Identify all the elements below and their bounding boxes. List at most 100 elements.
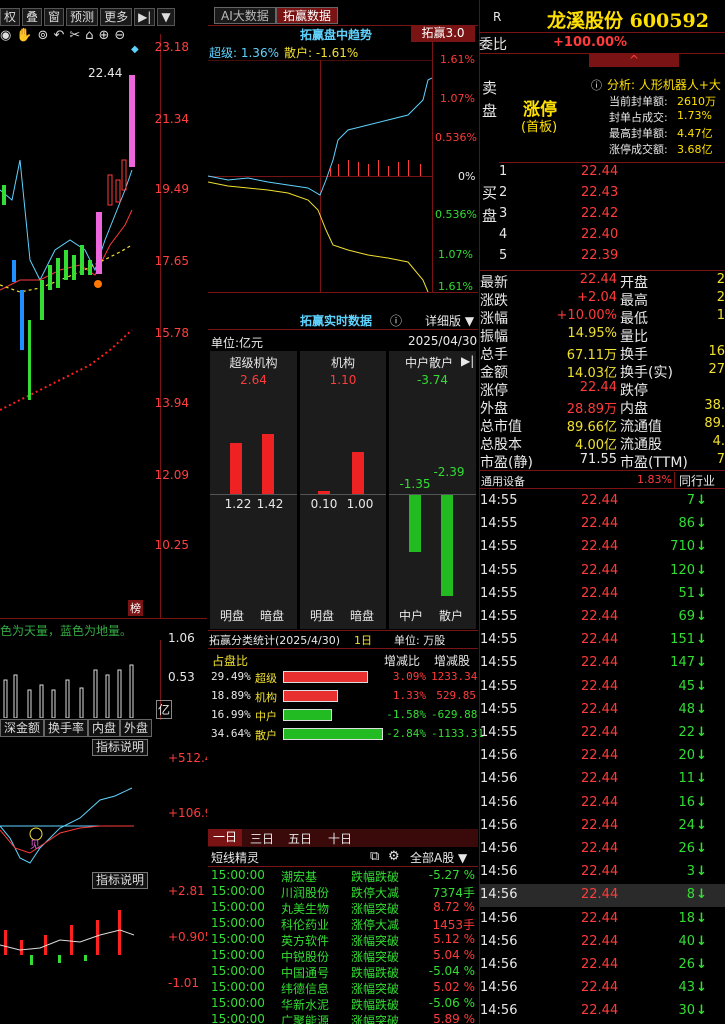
candlestick-chart[interactable] <box>0 40 160 420</box>
table-row[interactable]: 14:55 22.44 69 ↓ <box>479 606 725 629</box>
table-row[interactable]: 14:55 22.44 7 ↓ <box>479 490 725 513</box>
toolbar-forecast-button[interactable]: 预测 <box>66 8 99 26</box>
list-item[interactable]: 15:00:00 华新水泥 跌幅跌破 -5.06 % <box>211 996 479 1012</box>
gear-icon[interactable]: ⚙ <box>388 849 400 864</box>
tick-time: 14:55 <box>480 585 518 601</box>
indicator-desc-button[interactable]: 指标说明 <box>92 872 149 889</box>
stats-share: 34.64% <box>211 727 251 740</box>
stats-ratio: 3.09% <box>392 670 426 683</box>
same-industry-button[interactable]: 同行业 <box>674 472 715 489</box>
list-item[interactable]: 15:00:00 丸美生物 涨幅突破 8.72 % <box>211 900 479 916</box>
table-row[interactable]: 14:56 22.44 43 ↓ <box>479 977 725 1000</box>
table-row[interactable]: 14:56 22.44 16 ↓ <box>479 792 725 815</box>
toolbar-step-button[interactable]: ▶| <box>134 8 156 26</box>
bid-price[interactable]: 22.42 <box>581 206 618 221</box>
list-item[interactable]: 15:00:00 中锐股份 涨幅突破 5.04 % <box>211 948 479 964</box>
intraday-trend-chart[interactable] <box>208 60 432 292</box>
market-filter-dropdown[interactable]: 全部A股 ▼ <box>410 849 467 866</box>
tab-turnover[interactable]: 换手率 <box>44 719 89 737</box>
table-row[interactable]: 14:55 22.44 48 ↓ <box>479 699 725 722</box>
stats-period[interactable]: 1日 <box>354 632 372 648</box>
toolbar-dropdown-button[interactable]: ▼ <box>157 8 175 26</box>
list-item[interactable]: 15:00:00 潮宏基 跌幅跌破 -5.27 % <box>211 868 479 884</box>
table-row[interactable]: 14:55 22.44 22 ↓ <box>479 722 725 745</box>
info-icon[interactable]: ⓘ <box>591 77 602 93</box>
sector-name[interactable]: 通用设备 <box>481 473 525 489</box>
bid-price[interactable]: 22.43 <box>581 185 618 200</box>
quote-key: 总股本 <box>480 437 522 453</box>
table-row[interactable]: 14:56 22.44 40 ↓ <box>479 931 725 954</box>
table-row[interactable]: 14:55 22.44 710 ↓ <box>479 536 725 559</box>
alert-event: 涨幅突破 <box>351 982 400 996</box>
down-arrow-icon: ↓ <box>696 632 707 648</box>
tab-10day[interactable]: 十日 <box>328 830 352 847</box>
tick-time: 14:55 <box>480 678 518 694</box>
tick-time: 14:56 <box>480 1003 518 1019</box>
toolbar-rights-button[interactable]: 权 <box>0 8 21 26</box>
quote-panel: R 龙溪股份 600592 委比 +100.00% ^ 卖盘 涨停 (首板) ⓘ… <box>479 0 725 1024</box>
tab-3day[interactable]: 三日 <box>250 830 274 847</box>
analysis-text[interactable]: 分析: 人形机器人+大 <box>607 76 721 93</box>
stats-bar <box>283 690 338 702</box>
table-row[interactable]: 14:56 22.44 24 ↓ <box>479 815 725 838</box>
alert-value: -5.27 % <box>428 868 475 882</box>
tab-1day[interactable]: 一日 <box>208 829 242 846</box>
tab-outer[interactable]: 外盘 <box>120 719 153 737</box>
tab-tuoying-data[interactable]: 拓赢数据 <box>276 7 339 24</box>
tab-amount[interactable]: 深金额 <box>0 719 45 737</box>
list-item[interactable]: 15:00:00 广聚能源 涨幅突破 5.89 % <box>211 1012 479 1024</box>
table-row[interactable]: 14:56 22.44 8 ↓ <box>479 884 725 908</box>
table-row[interactable]: 14:55 22.44 86 ↓ <box>479 513 725 536</box>
table-row[interactable]: 14:55 22.44 147 ↓ <box>479 652 725 675</box>
tab-inner[interactable]: 内盘 <box>88 719 121 737</box>
list-item[interactable]: 15:00:00 中国通号 跌幅跌破 -5.04 % <box>211 964 479 980</box>
list-item[interactable]: 15:00:00 英方软件 涨幅突破 5.12 % <box>211 932 479 948</box>
quote-key: 外盘 <box>480 401 508 417</box>
realtime-title: 拓赢实时数据 <box>300 314 373 328</box>
detail-version-button[interactable]: 详细版 ▼ <box>425 312 474 329</box>
table-row[interactable]: 14:55 22.44 51 ↓ <box>479 583 725 606</box>
table-row[interactable]: 14:55 22.44 120 ↓ <box>479 560 725 583</box>
popout-icon[interactable]: ⧉ <box>370 849 379 864</box>
list-item[interactable]: 15:00:00 科伦药业 涨停大减 1453手 <box>211 916 479 932</box>
list-item[interactable]: 15:00:00 纬德信息 涨幅突破 5.02 % <box>211 980 479 996</box>
tab-ai-data[interactable]: AI大数据 <box>214 7 276 24</box>
table-row[interactable]: 14:55 22.44 45 ↓ <box>479 676 725 699</box>
toolbar-window-button[interactable]: 窗 <box>44 8 65 26</box>
table-row[interactable]: 14:56 22.44 3 ↓ <box>479 861 725 884</box>
quote-value: 14.95% <box>567 326 617 341</box>
indicator-desc-button[interactable]: 指标说明 <box>92 739 149 756</box>
table-row[interactable]: 14:56 22.44 26 ↓ <box>479 954 725 977</box>
table-row[interactable]: 14:56 22.44 26 ↓ <box>479 838 725 861</box>
bid-price[interactable]: 22.39 <box>581 248 618 263</box>
rank-badge[interactable]: 榜 <box>128 600 143 616</box>
trend-version-badge[interactable]: 拓赢3.0 <box>411 25 475 42</box>
alert-event: 涨幅突破 <box>351 902 400 916</box>
table-row[interactable]: 14:56 22.44 11 ↓ <box>479 768 725 791</box>
tab-5day[interactable]: 五日 <box>288 830 312 847</box>
seal-key: 涨停成交额: <box>609 143 668 156</box>
table-row[interactable]: 14:55 22.44 151 ↓ <box>479 629 725 652</box>
alert-value: 8.72 % <box>433 900 475 914</box>
table-row[interactable]: 14:56 22.44 20 ↓ <box>479 745 725 768</box>
toolbar-overlay-button[interactable]: 叠 <box>22 8 43 26</box>
toolbar-more-button[interactable]: 更多 <box>100 8 133 26</box>
list-item[interactable]: 15:00:00 川润股份 跌停大减 7374手 <box>211 884 479 900</box>
bid-price[interactable]: 22.44 <box>581 164 618 179</box>
info-icon[interactable]: ⓘ <box>390 312 402 329</box>
weibi-value: +100.00% <box>553 35 628 50</box>
collapse-icon[interactable]: ^ <box>589 53 680 67</box>
svg-text:见: 见 <box>30 839 40 851</box>
stats-title: 拓赢分类统计(2025/4/30) <box>209 634 340 647</box>
quote-key: 换手(实) <box>620 365 673 381</box>
retail-label: 散户 <box>438 609 463 623</box>
table-row[interactable]: 14:56 22.44 30 ↓ <box>479 1000 725 1023</box>
quote-value: 4.00亿 <box>575 438 617 453</box>
table-row[interactable]: 14:56 22.44 18 ↓ <box>479 908 725 931</box>
quote-value: 89. <box>704 416 725 431</box>
down-arrow-icon: ↓ <box>696 887 707 903</box>
expand-icon[interactable]: ▶| <box>461 354 474 368</box>
seal-value: 2610万 <box>677 95 716 108</box>
bid-price[interactable]: 22.40 <box>581 227 618 242</box>
group-name: 机构 <box>330 356 355 370</box>
